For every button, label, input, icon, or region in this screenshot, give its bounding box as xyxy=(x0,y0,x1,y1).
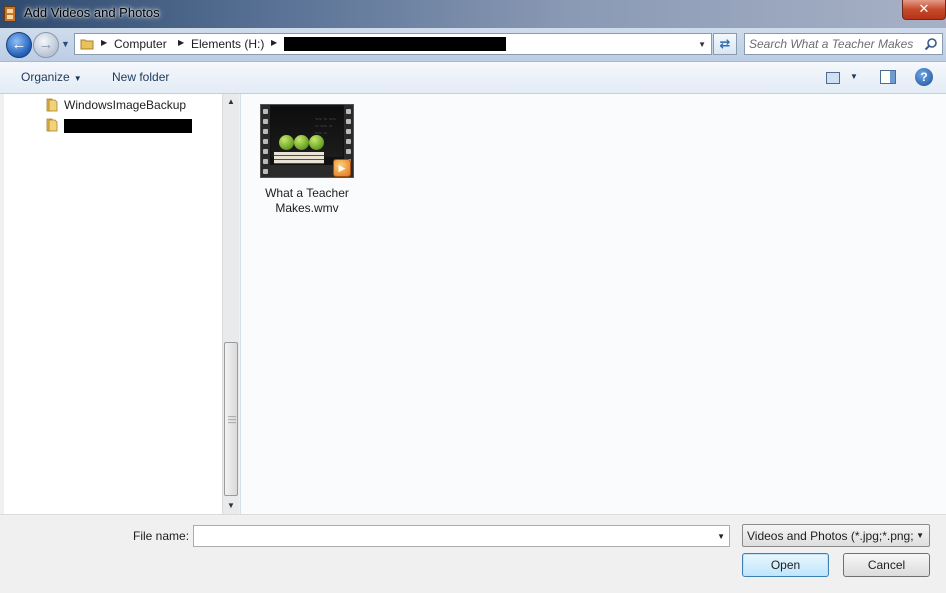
scroll-thumb[interactable]: — — — xyxy=(224,342,238,496)
apple-icon xyxy=(279,135,294,150)
address-dropdown-icon[interactable]: ▼ xyxy=(698,40,706,49)
forward-button[interactable]: → xyxy=(33,32,59,58)
breadcrumb[interactable]: ▶ Computer ▶ Elements (H:) ▶ ▼ xyxy=(74,33,712,55)
new-folder-button[interactable]: New folder xyxy=(112,70,169,84)
breadcrumb-separator-icon[interactable]: ▶ xyxy=(101,38,107,47)
file-name-field-label: File name: xyxy=(133,529,190,543)
help-icon[interactable]: ? xyxy=(915,68,933,86)
open-button[interactable]: Open xyxy=(742,553,829,577)
video-thumbnail: ~~ ~ ~~ ~ ~~ ~ ~~ ~ ▶ xyxy=(260,104,354,178)
view-options-dropdown-icon[interactable]: ▼ xyxy=(850,72,858,81)
recent-pages-dropdown-icon[interactable]: ▼ xyxy=(61,39,71,49)
chalkboard: ~~ ~ ~~ ~ ~~ ~ ~~ ~ xyxy=(271,107,343,157)
apple-icon xyxy=(294,135,309,150)
file-name-combobox[interactable]: ▼ xyxy=(193,525,730,547)
navigation-scrollbar[interactable]: ▲ — — — ▼ xyxy=(222,94,239,514)
navigation-pane: WindowsImageBackup xyxy=(4,94,222,514)
folder-icon xyxy=(46,118,58,132)
tree-item-windowsimagebackup[interactable]: WindowsImageBackup xyxy=(44,96,214,114)
organize-button[interactable]: Organize ▼ xyxy=(21,70,82,84)
chevron-down-icon: ▼ xyxy=(916,531,924,540)
preview-pane-icon[interactable] xyxy=(880,70,896,84)
breadcrumb-separator-icon[interactable]: ▶ xyxy=(178,38,184,47)
toolbar: Organize ▼ New folder ▼ ? xyxy=(0,62,946,94)
address-row: ← → ▼ ▶ Computer ▶ Elements (H:) ▶ ▼ ⇄ xyxy=(0,28,946,62)
breadcrumb-drive[interactable]: Elements (H:) xyxy=(191,37,264,51)
cancel-button[interactable]: Cancel xyxy=(843,553,930,577)
search-input[interactable] xyxy=(749,36,919,52)
refresh-button[interactable]: ⇄ xyxy=(713,33,737,55)
breadcrumb-redacted-folder[interactable] xyxy=(284,37,506,51)
change-view-icon[interactable] xyxy=(826,72,840,84)
books xyxy=(274,152,324,164)
folder-icon xyxy=(46,98,58,112)
file-list: ~~ ~ ~~ ~ ~~ ~ ~~ ~ ▶ What a Teacher Makes… xyxy=(240,94,946,514)
organize-label: Organize xyxy=(21,70,70,84)
scroll-down-icon[interactable]: ▼ xyxy=(223,498,239,514)
title-bar: Add Videos and Photos ✕ xyxy=(0,0,946,28)
redacted-folder-name xyxy=(64,119,192,133)
chevron-down-icon: ▼ xyxy=(73,74,82,83)
file-item[interactable]: ~~ ~ ~~ ~ ~~ ~ ~~ ~ ▶ What a Teacher Makes… xyxy=(255,102,359,215)
window-title: Add Videos and Photos xyxy=(24,5,160,20)
film-strip-left xyxy=(261,105,270,177)
file-name-field[interactable] xyxy=(197,528,697,544)
film-icon xyxy=(4,6,16,22)
apple-icon xyxy=(309,135,324,150)
breadcrumb-computer[interactable]: Computer xyxy=(114,37,167,51)
back-button[interactable]: ← xyxy=(6,32,32,58)
play-icon: ▶ xyxy=(333,159,351,177)
file-name-label: What a Teacher Makes.wmv xyxy=(265,186,349,215)
tree-item-redacted[interactable] xyxy=(44,116,214,134)
folder-icon xyxy=(80,39,94,50)
search-icon[interactable] xyxy=(924,37,938,51)
tree-item-label: WindowsImageBackup xyxy=(64,98,187,112)
breadcrumb-separator-icon[interactable]: ▶ xyxy=(271,38,277,47)
dialog-footer: File name: ▼ Videos and Photos (*.jpg;*.… xyxy=(0,514,946,593)
chalk-scribble: ~~ ~ ~~ ~ ~~ ~ ~~ ~ xyxy=(315,117,336,137)
chevron-down-icon[interactable]: ▼ xyxy=(717,532,725,541)
file-type-filter-label: Videos and Photos (*.jpg;*.png; xyxy=(747,529,913,543)
grip-icon: — — — xyxy=(228,412,236,427)
close-button[interactable]: ✕ xyxy=(902,0,946,20)
search-box[interactable] xyxy=(744,33,943,55)
file-type-filter[interactable]: Videos and Photos (*.jpg;*.png; ▼ xyxy=(742,524,930,547)
scroll-up-icon[interactable]: ▲ xyxy=(223,94,239,110)
